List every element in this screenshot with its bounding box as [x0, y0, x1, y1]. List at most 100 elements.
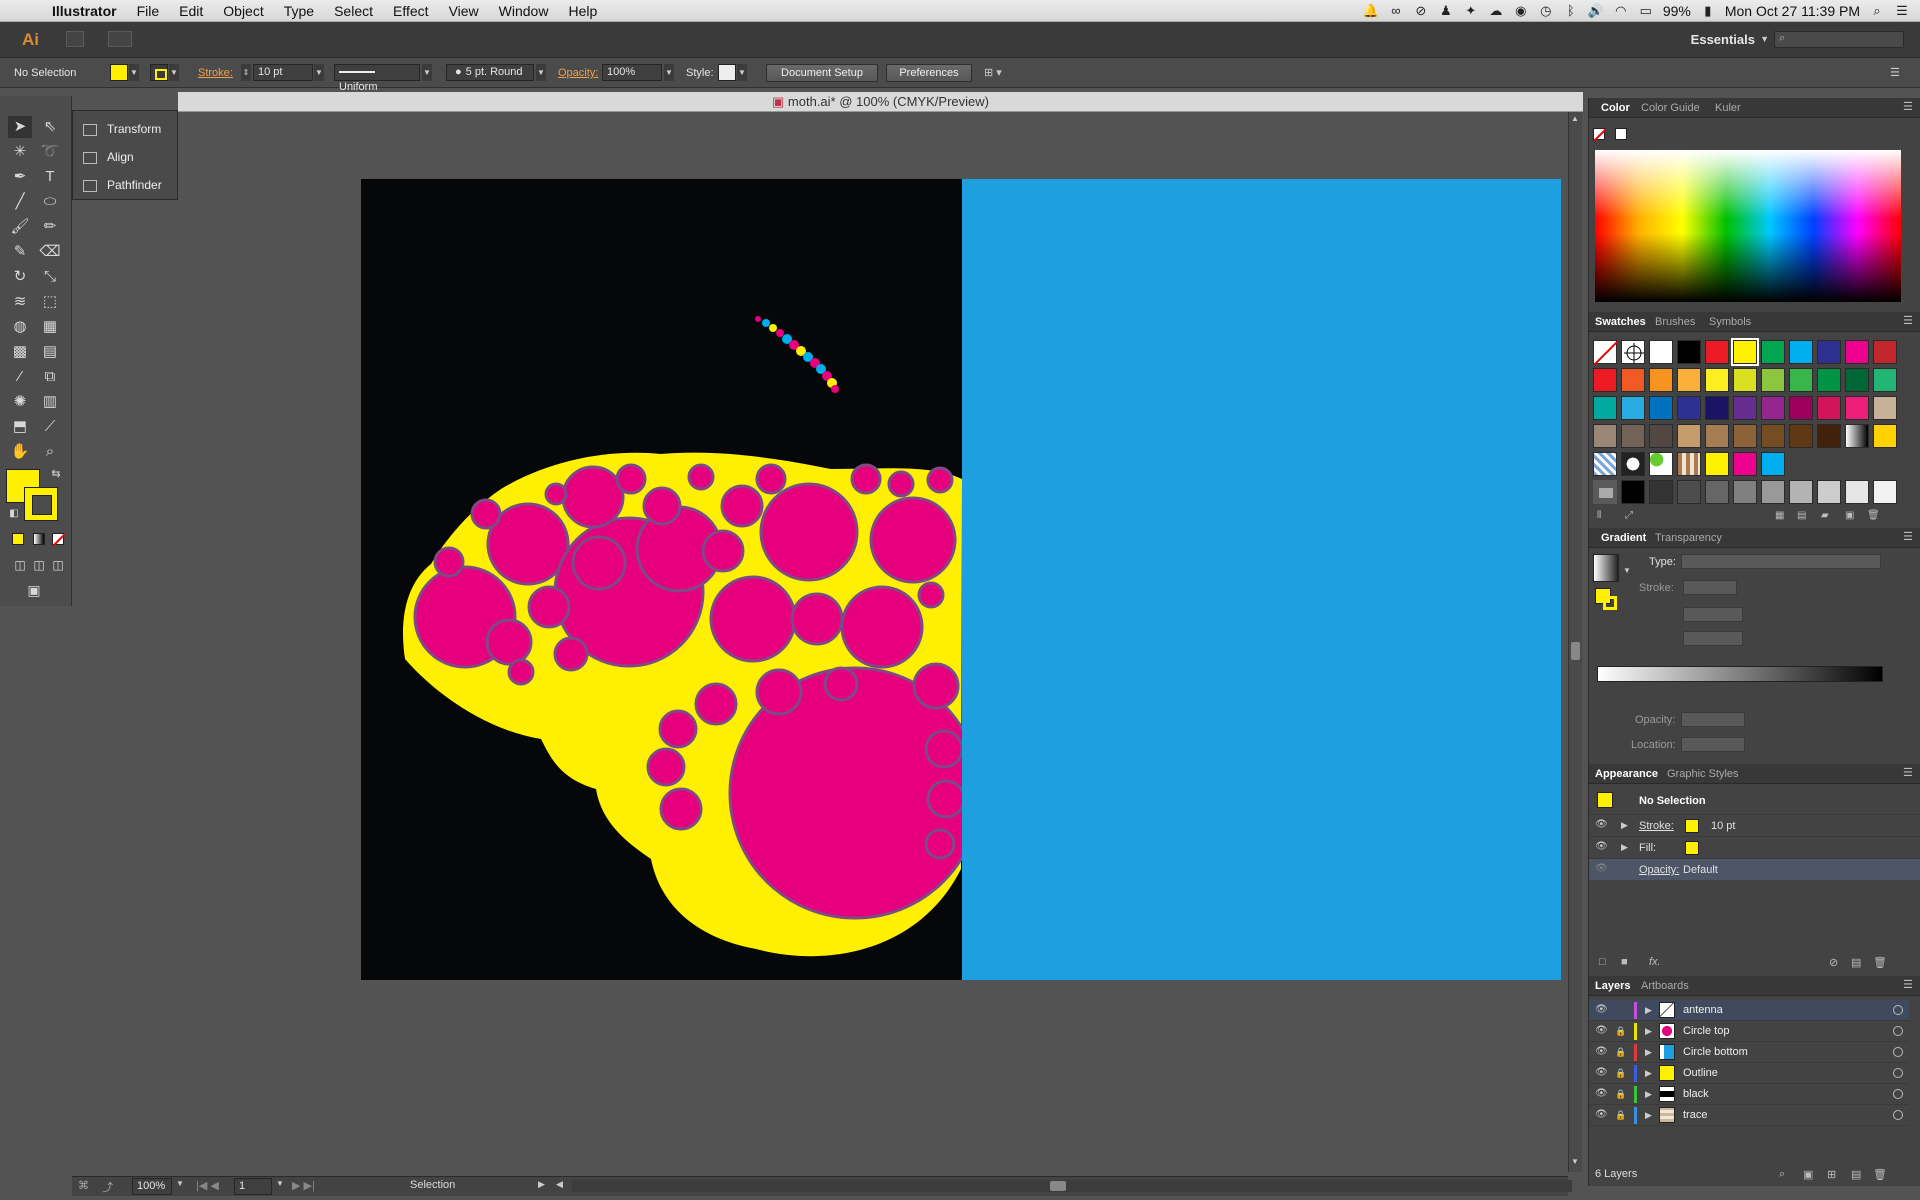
- hand-tool-icon[interactable]: ✋: [8, 441, 32, 463]
- default-fill-stroke-icon[interactable]: ◧: [2, 503, 26, 525]
- delete-swatch-icon[interactable]: 🗑: [1867, 510, 1880, 521]
- first-artboard-icon[interactable]: |◀ ◀: [196, 1179, 219, 1192]
- swatch-options-icon[interactable]: ▦: [1775, 510, 1784, 521]
- lock-icon[interactable]: 🔒: [1615, 1047, 1626, 1057]
- glasses-icon[interactable]: ∞: [1388, 4, 1404, 18]
- swatch-3-2[interactable]: [1649, 424, 1673, 448]
- status-cc-icon[interactable]: ⌘: [78, 1179, 89, 1192]
- graphic-style-swatch[interactable]: [718, 64, 736, 81]
- appearance-stroke-value[interactable]: 10 pt: [1711, 820, 1735, 832]
- swatch-1-6[interactable]: [1761, 368, 1785, 392]
- swatch-2-2[interactable]: [1649, 396, 1673, 420]
- clock[interactable]: Mon Oct 27 11:39 PM: [1725, 3, 1860, 19]
- shape-builder-tool-icon[interactable]: ◍: [8, 316, 32, 338]
- type-tool-icon[interactable]: T: [38, 166, 62, 188]
- scroll-left-icon[interactable]: ◀: [556, 1179, 563, 1190]
- magic-wand-tool-icon[interactable]: ✳: [8, 141, 32, 163]
- swatch-1-4[interactable]: [1705, 368, 1729, 392]
- panel-menu-icon[interactable]: ☰: [1903, 980, 1915, 991]
- chevron-down-icon[interactable]: ▼: [1760, 34, 1769, 44]
- layer-row-antenna[interactable]: 👁 ▶ antenna: [1589, 1000, 1909, 1021]
- zoom-tool-icon[interactable]: ⌕: [38, 441, 62, 463]
- brush-definition[interactable]: ● 5 pt. Round: [446, 64, 534, 81]
- rotate-tool-icon[interactable]: ↻: [8, 266, 32, 288]
- clear-appearance-icon[interactable]: ⊘: [1829, 956, 1838, 969]
- menu-edit[interactable]: Edit: [169, 0, 213, 22]
- opacity-label[interactable]: Opacity:: [558, 64, 598, 82]
- transform-panel-button[interactable]: Transform: [83, 119, 175, 139]
- circle-slash-icon[interactable]: ⊘: [1413, 4, 1429, 18]
- swatch-3-0[interactable]: [1593, 424, 1617, 448]
- gradient-tool-icon[interactable]: ▤: [38, 341, 62, 363]
- swatch-4-5[interactable]: [1733, 452, 1757, 476]
- duplicate-item-icon[interactable]: ▤: [1851, 956, 1861, 969]
- visibility-eye-icon[interactable]: 👁: [1595, 1089, 1608, 1099]
- swatch-5-0[interactable]: [1593, 480, 1617, 504]
- swatch-0-7[interactable]: [1789, 340, 1813, 364]
- swatch-1-1[interactable]: [1621, 368, 1645, 392]
- tab-layers[interactable]: Layers: [1595, 976, 1630, 996]
- blob-brush-tool-icon[interactable]: ✎: [8, 241, 32, 263]
- adobe-sync-icon[interactable]: ✦: [1463, 4, 1479, 18]
- swatch-5-7[interactable]: [1789, 480, 1813, 504]
- appearance-stroke-row[interactable]: 👁 ▶ Stroke: 10 pt: [1589, 814, 1920, 836]
- swatch-0-3[interactable]: [1677, 340, 1701, 364]
- appearance-opacity-row[interactable]: 👁 Opacity: Default: [1589, 858, 1920, 880]
- visibility-eye-icon[interactable]: 👁: [1595, 1110, 1608, 1120]
- spotlight-search-icon[interactable]: ⌕: [1869, 4, 1885, 18]
- swatch-2-9[interactable]: [1845, 396, 1869, 420]
- eraser-tool-icon[interactable]: ⌫: [38, 241, 62, 263]
- target-icon[interactable]: [1893, 1089, 1903, 1099]
- visibility-eye-icon[interactable]: 👁: [1595, 1005, 1608, 1015]
- layer-row-trace[interactable]: 👁 🔒 ▶ trace: [1589, 1105, 1909, 1126]
- draw-inside-icon[interactable]: ◫: [46, 554, 70, 576]
- horizontal-scrollbar[interactable]: [572, 1180, 1572, 1192]
- notification-center-icon[interactable]: ☰: [1894, 4, 1910, 18]
- appearance-stroke-label[interactable]: Stroke:: [1639, 820, 1674, 832]
- layer-row-circle-top[interactable]: 👁 🔒 ▶ Circle top: [1589, 1021, 1909, 1042]
- color-spectrum[interactable]: [1595, 150, 1901, 302]
- tab-graphic-styles[interactable]: Graphic Styles: [1667, 764, 1739, 784]
- layer-row-circle-bottom[interactable]: 👁 🔒 ▶ Circle bottom: [1589, 1042, 1909, 1063]
- gradient-angle-field[interactable]: [1683, 607, 1743, 622]
- new-swatch-icon[interactable]: ▣: [1845, 510, 1854, 521]
- gradient-opacity-field[interactable]: [1681, 712, 1745, 727]
- swatch-1-0[interactable]: [1593, 368, 1617, 392]
- swatch-5-8[interactable]: [1817, 480, 1841, 504]
- gradient-stroke-options[interactable]: [1683, 580, 1737, 595]
- swap-fill-stroke-icon[interactable]: ⇆: [44, 463, 68, 485]
- eyedropper-tool-icon[interactable]: ⁄: [8, 366, 32, 388]
- swatch-0-5[interactable]: [1731, 338, 1759, 366]
- visibility-eye-icon[interactable]: 👁: [1595, 1047, 1608, 1057]
- panel-menu-icon[interactable]: ☰: [1903, 316, 1915, 327]
- swatch-0-1[interactable]: [1621, 340, 1645, 364]
- swatch-libraries-icon[interactable]: ⫴: [1597, 510, 1601, 521]
- scale-tool-icon[interactable]: ⤡: [38, 266, 62, 288]
- stroke-dropdown[interactable]: ▼: [169, 64, 179, 81]
- menu-view[interactable]: View: [439, 0, 489, 22]
- appearance-fill-swatch[interactable]: [1685, 841, 1699, 855]
- scroll-down-icon[interactable]: ▼: [1571, 1157, 1579, 1166]
- stroke-stepper[interactable]: ⇕: [241, 64, 251, 81]
- scroll-up-icon[interactable]: ▲: [1571, 114, 1579, 123]
- appearance-fill-row[interactable]: 👁 ▶ Fill:: [1589, 836, 1920, 858]
- swatch-3-4[interactable]: [1705, 424, 1729, 448]
- status-menu-arrow[interactable]: ▶: [538, 1179, 545, 1190]
- panel-menu-icon[interactable]: ☰: [1903, 102, 1915, 113]
- swatch-3-5[interactable]: [1733, 424, 1757, 448]
- locate-object-icon[interactable]: ⌕: [1779, 1168, 1785, 1181]
- layer-name[interactable]: Circle bottom: [1683, 1046, 1748, 1058]
- gradient-mode-icon[interactable]: [33, 533, 45, 545]
- expand-triangle-icon[interactable]: ▶: [1645, 1047, 1652, 1058]
- fill-dropdown[interactable]: ▼: [129, 64, 139, 81]
- next-artboard-icon[interactable]: ▶ ▶|: [292, 1179, 315, 1192]
- wifi-icon[interactable]: ◠: [1613, 4, 1629, 18]
- tab-transparency[interactable]: Transparency: [1655, 528, 1722, 548]
- swatch-3-8[interactable]: [1817, 424, 1841, 448]
- swatch-4-1[interactable]: [1621, 452, 1645, 476]
- color-mode-icon[interactable]: [12, 533, 24, 545]
- column-graph-tool-icon[interactable]: ▥: [38, 391, 62, 413]
- tab-color[interactable]: Color: [1601, 98, 1630, 118]
- gradient-slider[interactable]: [1597, 666, 1883, 682]
- layer-name[interactable]: black: [1683, 1088, 1709, 1100]
